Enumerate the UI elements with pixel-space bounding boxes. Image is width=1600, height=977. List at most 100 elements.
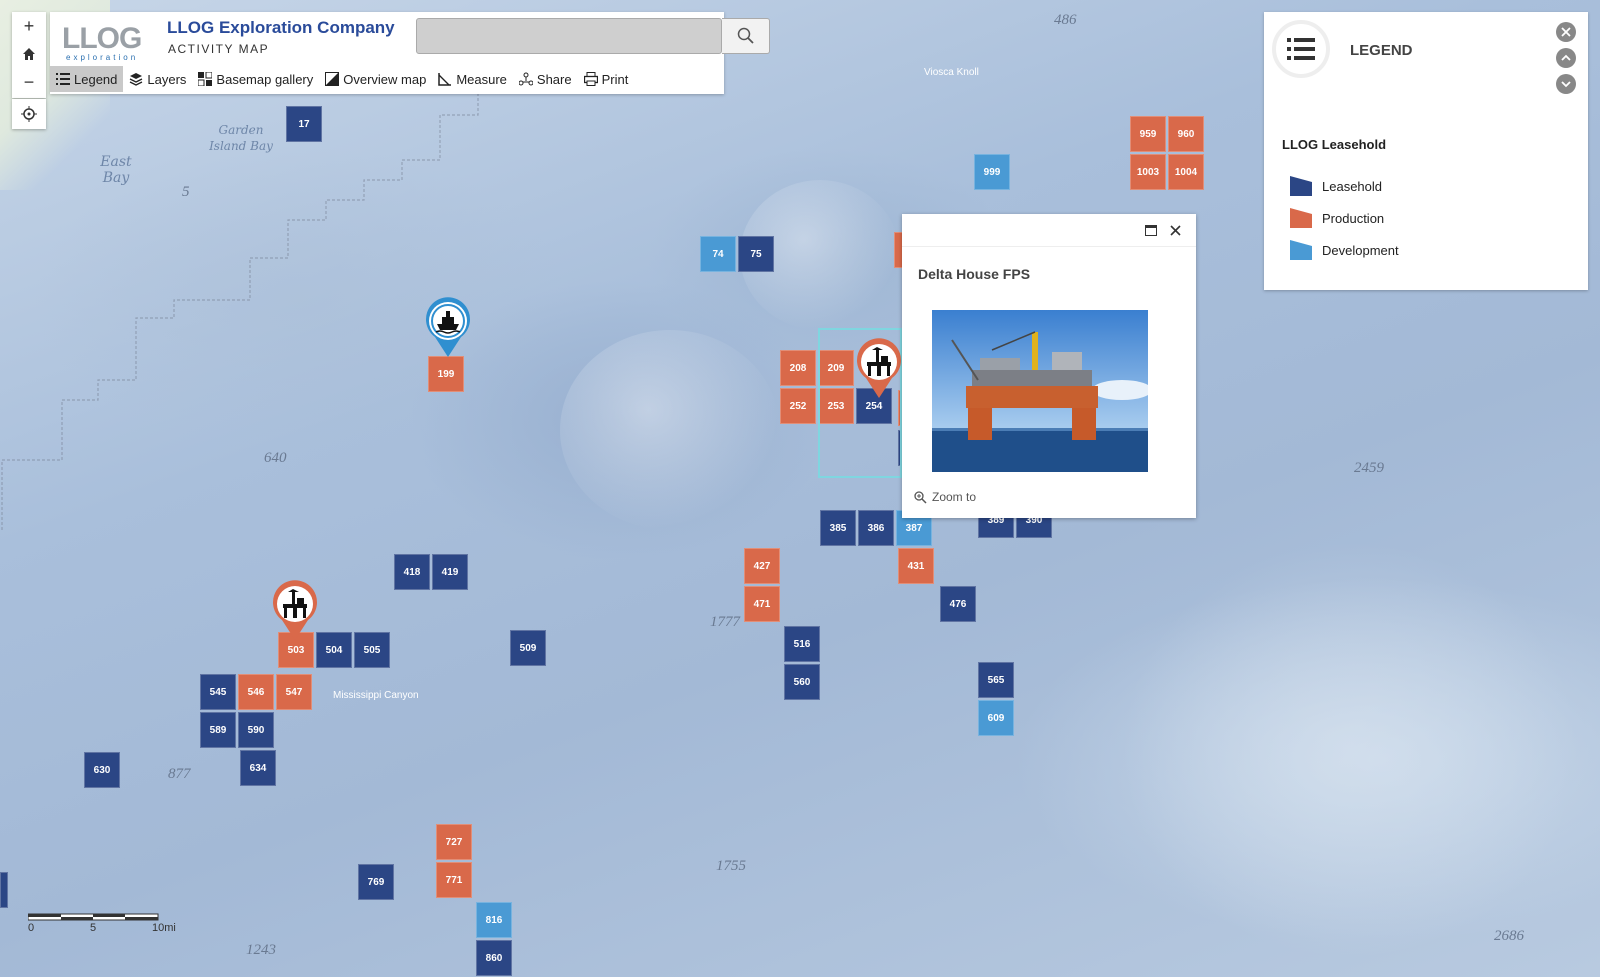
platform-photo (932, 310, 1148, 472)
map-view[interactable]: Garden Island Bay East Bay Viosca Knoll … (0, 0, 1600, 977)
tool-layers[interactable]: Layers (123, 66, 192, 92)
tool-overview-map[interactable]: Overview map (319, 66, 432, 92)
lease-block-production[interactable]: 547 (276, 674, 312, 710)
lease-block-leasehold[interactable]: 565 (978, 662, 1014, 698)
lease-block-production[interactable]: 771 (436, 862, 472, 898)
lease-block-production[interactable]: 1003 (1130, 154, 1166, 190)
home-button[interactable] (12, 40, 46, 68)
legend-close-button[interactable] (1556, 22, 1576, 42)
tool-basemap-gallery-label: Basemap gallery (216, 71, 314, 87)
tool-basemap-gallery[interactable]: Basemap gallery (192, 66, 319, 92)
svg-text:exploration: exploration (66, 53, 138, 62)
lease-block-leasehold[interactable]: 589 (200, 712, 236, 748)
locate-button[interactable] (12, 99, 46, 129)
development-swatch (1290, 240, 1312, 260)
lease-block-leasehold[interactable]: 634 (240, 750, 276, 786)
lease-block-leasehold[interactable]: 630 (84, 752, 120, 788)
zoom-to-link[interactable]: Zoom to (914, 490, 976, 504)
production-platform-marker-icon[interactable] (854, 338, 904, 400)
search-icon (737, 27, 754, 44)
app-title: LLOG Exploration Company (167, 18, 395, 37)
tool-share-label: Share (536, 71, 572, 87)
label-mississippi-canyon: Mississippi Canyon (333, 690, 419, 701)
app-header: LLOG exploration LLOG Exploration Compan… (50, 12, 770, 94)
lease-block-production[interactable]: 546 (238, 674, 274, 710)
legend-expand-button[interactable] (1556, 74, 1576, 94)
lease-block-leasehold[interactable]: 476 (940, 586, 976, 622)
share-icon (518, 72, 533, 86)
lease-block-production[interactable]: 431 (898, 548, 934, 584)
label-garden-island-bay: Garden Island Bay (209, 123, 273, 153)
chevron-down-icon (1561, 81, 1571, 88)
home-icon (23, 48, 35, 60)
zoom-to-icon (914, 490, 927, 504)
legend-collapse-button[interactable] (1556, 48, 1576, 68)
lease-block-leasehold[interactable]: 504 (316, 632, 352, 668)
label-viosca-knoll: Viosca Knoll (924, 67, 979, 78)
overview-map-icon (325, 72, 340, 86)
lease-block-leasehold[interactable]: 769 (358, 864, 394, 900)
close-icon[interactable] (1170, 225, 1181, 236)
tool-measure-label: Measure (456, 71, 507, 87)
measure-icon (438, 73, 452, 86)
legend-layer-title: LLOG Leasehold (1282, 137, 1387, 152)
depth-label: 2459 (1354, 460, 1384, 476)
lease-block-partial[interactable] (0, 872, 8, 908)
lease-block-leasehold[interactable]: 419 (432, 554, 468, 590)
zoom-out-button[interactable]: − (12, 68, 46, 96)
lease-block-leasehold[interactable]: 75 (738, 236, 774, 272)
tool-measure[interactable]: Measure (432, 66, 513, 92)
lease-block-leasehold[interactable]: 418 (394, 554, 430, 590)
lease-block-development[interactable]: 999 (974, 154, 1010, 190)
lease-block-leasehold[interactable]: 545 (200, 674, 236, 710)
feature-popup: Delta House FPS Zoom to (902, 214, 1196, 518)
zoom-to-label: Zoom to (932, 490, 977, 504)
maximize-icon[interactable] (1145, 225, 1157, 236)
lease-block-leasehold[interactable]: 385 (820, 510, 856, 546)
production-platform-marker-icon[interactable] (270, 580, 320, 642)
lease-block-development[interactable]: 609 (978, 700, 1014, 736)
lease-block-production[interactable]: 960 (1168, 116, 1204, 152)
scale-label: 5 (90, 922, 97, 934)
lease-block-development[interactable]: 74 (700, 236, 736, 272)
lease-block-production[interactable]: 471 (744, 586, 780, 622)
search-button[interactable] (722, 18, 770, 54)
legend-item-development: Development (1290, 240, 1399, 260)
zoom-in-button[interactable]: + (12, 12, 46, 40)
lease-block-leasehold[interactable]: 590 (238, 712, 274, 748)
tool-layers-label: Layers (147, 71, 187, 87)
lease-block-development[interactable]: 816 (476, 902, 512, 938)
depth-label: 640 (264, 450, 287, 466)
lease-block-production[interactable]: 427 (744, 548, 780, 584)
layers-icon (130, 73, 143, 86)
tool-share[interactable]: Share (513, 66, 578, 92)
list-icon (1287, 38, 1315, 60)
depth-label: 2686 (1494, 928, 1524, 944)
legend-panel-icon (1272, 20, 1330, 78)
lease-block-production[interactable]: 727 (436, 824, 472, 860)
lease-block-production[interactable]: 1004 (1168, 154, 1204, 190)
lease-block-production[interactable]: 252 (780, 388, 816, 424)
lease-block-leasehold[interactable]: 560 (784, 664, 820, 700)
zoom-controls: + − (12, 12, 46, 98)
list-icon (56, 73, 70, 85)
lease-block-leasehold[interactable]: 509 (510, 630, 546, 666)
lease-block-production[interactable]: 208 (780, 350, 816, 386)
lease-block-production[interactable]: 959 (1130, 116, 1166, 152)
lease-block-leasehold[interactable]: 505 (354, 632, 390, 668)
depth-label: 877 (168, 766, 191, 782)
lease-block-production[interactable]: 199 (428, 356, 464, 392)
tool-legend-label: Legend (74, 71, 118, 87)
lease-block-leasehold[interactable]: 516 (784, 626, 820, 662)
tool-print[interactable]: Print (578, 66, 635, 92)
vessel-marker-icon[interactable] (423, 297, 473, 359)
lease-block-leasehold[interactable]: 860 (476, 940, 512, 976)
print-icon (583, 72, 598, 86)
legend-title: LEGEND (1350, 42, 1413, 59)
lease-block-leasehold[interactable]: 386 (858, 510, 894, 546)
tool-legend[interactable]: Legend (50, 66, 124, 92)
chevron-up-icon (1561, 54, 1571, 61)
tool-overview-map-label: Overview map (343, 71, 427, 87)
lease-block-leasehold[interactable]: 17 (286, 106, 322, 142)
search-input[interactable] (416, 18, 722, 54)
